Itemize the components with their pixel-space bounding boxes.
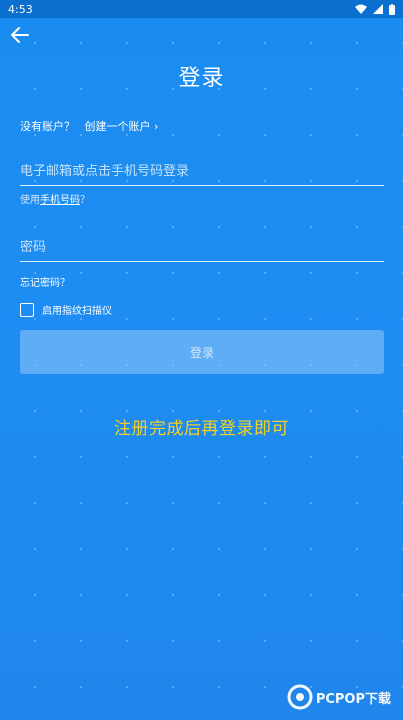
create-account-label: 创建一个账户 [84, 120, 151, 133]
page-title: 登录 [178, 66, 225, 91]
watermark-text: PCPOP下载 [315, 691, 391, 707]
signup-row: 没有账户？ 创建一个账户 › [20, 118, 158, 134]
create-account-link[interactable]: 创建一个账户 › [85, 120, 159, 133]
phone-number-link[interactable]: 手机号码 [40, 195, 80, 206]
phone-hint-suffix: ？ [80, 195, 90, 206]
signal-icon [373, 4, 383, 14]
chevron-right-icon: › [154, 120, 159, 133]
wifi-icon [355, 4, 367, 14]
signup-prompt: 没有账户？ [20, 120, 75, 133]
watermark: PCPOP下载 [287, 684, 391, 710]
phone-hint: 使用手机号码？ [20, 191, 90, 206]
password-input[interactable] [20, 240, 384, 262]
fingerprint-label: 启用指纹扫描仪 [42, 306, 112, 317]
status-bar: 4:53 [0, 0, 403, 18]
phone-hint-prefix: 使用 [20, 195, 40, 206]
forgot-password-link[interactable]: 忘记密码？ [20, 274, 70, 289]
fingerprint-checkbox[interactable] [20, 302, 34, 317]
email-input[interactable] [20, 164, 384, 186]
battery-icon [389, 3, 395, 15]
pcpop-logo-icon [287, 684, 313, 710]
registration-notice: 注册完成后再登录即可 [114, 419, 289, 439]
login-button[interactable]: 登录 [20, 330, 384, 374]
status-icons [355, 3, 395, 15]
back-arrow-icon[interactable] [10, 26, 30, 44]
status-time: 4:53 [8, 2, 33, 16]
fingerprint-row[interactable]: 启用指纹扫描仪 [20, 302, 112, 317]
